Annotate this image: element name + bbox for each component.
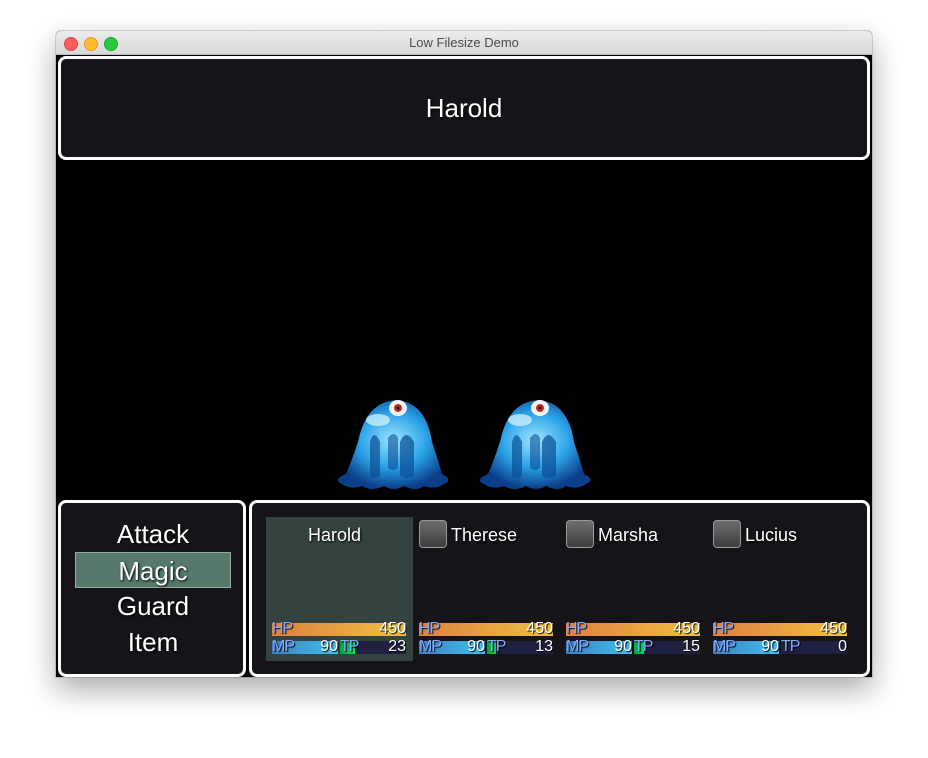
hp-value: 450	[673, 620, 700, 637]
face-icon	[713, 520, 741, 548]
hp-value: 450	[379, 620, 406, 637]
mp-tp-gauges: MP 90 TP 0	[713, 638, 847, 655]
help-text: Harold	[425, 93, 503, 123]
mp-label: MP	[713, 638, 736, 655]
hp-value: 450	[820, 620, 847, 637]
mp-value: 90	[320, 638, 338, 655]
hp-label: HP	[566, 620, 587, 637]
hp-gauge: HP 450	[272, 620, 406, 637]
slime-enemy-1[interactable]	[328, 380, 458, 495]
mp-value: 90	[614, 638, 632, 655]
tp-label: TP	[781, 638, 800, 655]
command-attack[interactable]: Attack	[75, 516, 231, 552]
hp-gauge: HP 450	[419, 620, 553, 637]
actor-name: Therese	[451, 525, 518, 545]
command-magic[interactable]: Magic	[75, 552, 231, 588]
actor-name: Marsha	[598, 525, 659, 545]
party-status-window: Harold HP 450 MP 90 TP 23 Therese HP 450…	[249, 500, 870, 677]
command-guard[interactable]: Guard	[75, 588, 231, 624]
help-window: Harold	[58, 56, 870, 160]
tp-value: 23	[388, 638, 406, 655]
mp-label: MP	[419, 638, 442, 655]
title-bar: Low Filesize Demo	[56, 31, 872, 55]
actor-name: Lucius	[745, 525, 798, 545]
tp-label: TP	[634, 638, 653, 655]
mp-value: 90	[467, 638, 485, 655]
mp-tp-gauges: MP 90 TP 23	[272, 638, 406, 655]
face-icon	[419, 520, 447, 548]
command-window: Attack Magic Guard Item	[58, 500, 246, 677]
actor-name: Harold	[308, 525, 362, 545]
hp-label: HP	[272, 620, 293, 637]
hp-label: HP	[713, 620, 734, 637]
actor-status-marsha[interactable]: Marsha HP 450 MP 90 TP 15	[560, 517, 707, 661]
hp-gauge: HP 450	[713, 620, 847, 637]
tp-value: 15	[682, 638, 700, 655]
tp-value: 13	[535, 638, 553, 655]
mp-label: MP	[272, 638, 295, 655]
actor-status-lucius[interactable]: Lucius HP 450 MP 90 TP 0	[707, 517, 854, 661]
tp-label: TP	[487, 638, 506, 655]
hp-label: HP	[419, 620, 440, 637]
actor-status-therese[interactable]: Therese HP 450 MP 90 TP 13	[413, 517, 560, 661]
mp-value: 90	[761, 638, 779, 655]
battle-scene: Harold Attack Magic Guard Item Harold HP…	[56, 55, 872, 677]
command-item[interactable]: Item	[75, 624, 231, 660]
face-icon	[566, 520, 594, 548]
slime-enemy-2[interactable]	[470, 380, 600, 495]
mp-label: MP	[566, 638, 589, 655]
mp-tp-gauges: MP 90 TP 15	[566, 638, 700, 655]
tp-value: 0	[838, 638, 847, 655]
hp-value: 450	[526, 620, 553, 637]
tp-label: TP	[340, 638, 359, 655]
hp-gauge: HP 450	[566, 620, 700, 637]
mp-tp-gauges: MP 90 TP 13	[419, 638, 553, 655]
window-title: Low Filesize Demo	[409, 35, 519, 50]
actor-status-harold[interactable]: Harold HP 450 MP 90 TP 23	[266, 517, 413, 661]
game-window: Low Filesize Demo Harold Attack Magic Gu…	[56, 31, 872, 677]
